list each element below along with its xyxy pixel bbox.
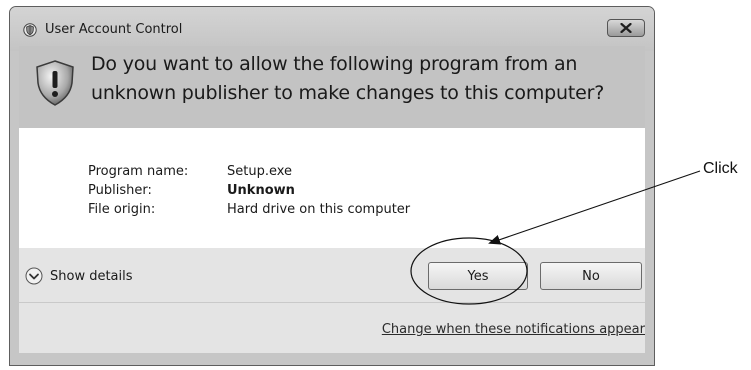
window-title: User Account Control [45, 22, 183, 37]
close-button[interactable] [607, 19, 645, 37]
close-x-icon [620, 23, 632, 33]
publisher-label: Publisher: [88, 183, 152, 198]
dialog-bottom-edge [10, 353, 654, 365]
warning-shield-icon [33, 59, 77, 107]
uac-question: Do you want to allow the following progr… [91, 53, 605, 104]
program-details-panel: Program name: Setup.exe Publisher: Unkno… [19, 128, 645, 248]
screenshot-stage: User Account Control Do you want to allo… [0, 0, 751, 370]
annotation-label: Click [703, 160, 738, 177]
program-name-value: Setup.exe [227, 164, 293, 179]
yes-button[interactable]: Yes [428, 262, 528, 290]
show-details-toggle[interactable]: Show details [25, 267, 133, 285]
chevron-down-icon [25, 267, 43, 285]
change-notifications-link[interactable]: Change when these notifications appear [382, 322, 645, 337]
file-origin-label: File origin: [88, 202, 156, 217]
property-row-file-origin: File origin: Hard drive on this computer [88, 200, 410, 219]
uac-shield-icon [23, 22, 37, 37]
no-button[interactable]: No [540, 262, 642, 290]
show-details-label: Show details [50, 268, 133, 284]
file-origin-value: Hard drive on this computer [227, 202, 411, 217]
program-properties: Program name: Setup.exe Publisher: Unkno… [88, 162, 410, 219]
property-row-publisher: Publisher: Unknown [88, 181, 410, 200]
header-band: Do you want to allow the following progr… [19, 46, 645, 128]
footer-band: Change when these notifications appear [19, 302, 645, 355]
title-bar: User Account Control [10, 7, 654, 51]
uac-dialog: User Account Control Do you want to allo… [9, 6, 655, 366]
publisher-value: Unknown [227, 183, 295, 198]
property-row-program-name: Program name: Setup.exe [88, 162, 410, 181]
button-band: Show details Yes No [19, 248, 645, 302]
program-name-label: Program name: [88, 164, 189, 179]
